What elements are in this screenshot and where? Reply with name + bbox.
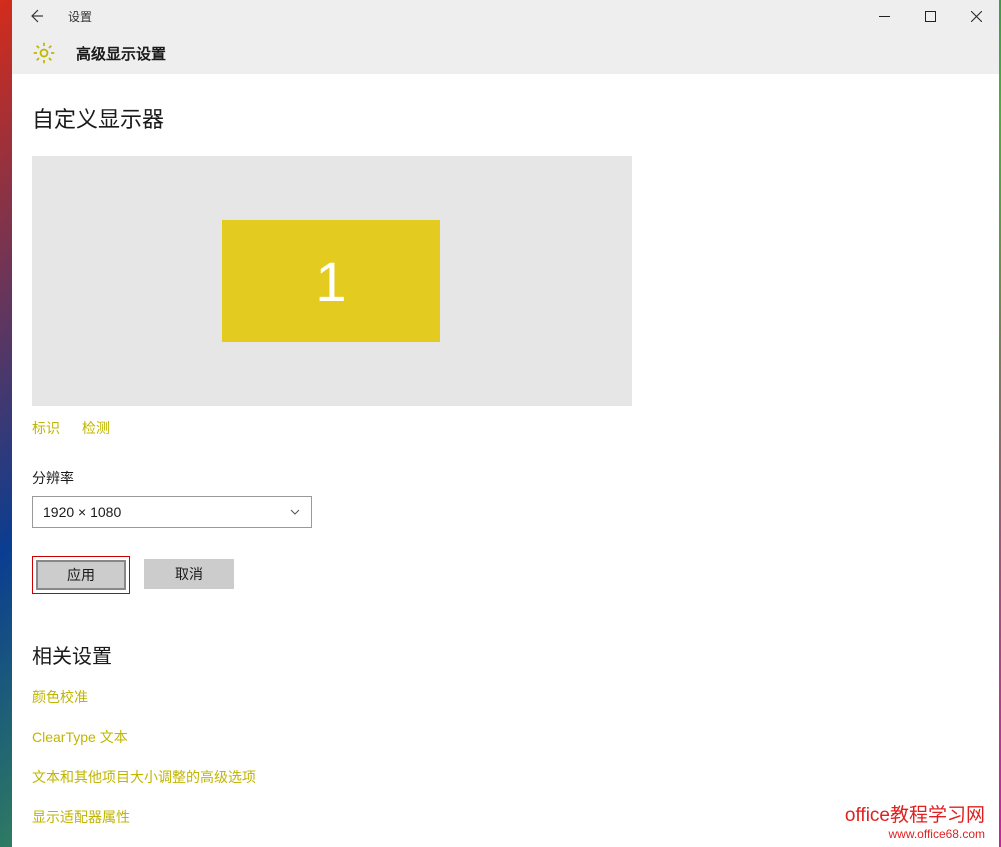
resolution-label: 分辨率	[32, 468, 979, 488]
page-header: 高级显示设置	[12, 32, 999, 74]
resolution-value: 1920 × 1080	[43, 504, 121, 520]
back-button[interactable]	[12, 0, 60, 32]
link-color-calibration[interactable]: 颜色校准	[32, 687, 979, 707]
minimize-icon	[879, 11, 890, 22]
monitor-number: 1	[315, 249, 346, 314]
monitor-tile-1[interactable]: 1	[222, 220, 440, 342]
watermark-url: www.office68.com	[845, 827, 985, 841]
apply-button[interactable]: 应用	[36, 560, 126, 590]
resolution-dropdown[interactable]: 1920 × 1080	[32, 496, 312, 528]
close-button[interactable]	[953, 0, 999, 32]
cancel-button[interactable]: 取消	[144, 559, 234, 589]
link-cleartype-text[interactable]: ClearType 文本	[32, 727, 979, 747]
chevron-down-icon	[289, 506, 301, 518]
titlebar: 设置	[12, 0, 999, 32]
maximize-button[interactable]	[907, 0, 953, 32]
watermark-title: office教程学习网	[845, 800, 985, 827]
display-action-links: 标识 检测	[32, 418, 979, 438]
settings-window: 设置 高级显示设置 自定义显示器 1	[12, 0, 999, 847]
identify-link[interactable]: 标识	[32, 418, 60, 438]
section-title-custom-display: 自定义显示器	[32, 102, 979, 134]
window-title: 设置	[68, 8, 92, 25]
related-links: 颜色校准 ClearType 文本 文本和其他项目大小调整的高级选项 显示适配器…	[32, 687, 979, 827]
display-preview: 1	[32, 156, 632, 406]
link-display-adapter-properties[interactable]: 显示适配器属性	[32, 807, 979, 827]
link-text-size-advanced[interactable]: 文本和其他项目大小调整的高级选项	[32, 767, 979, 787]
window-controls	[861, 0, 999, 32]
watermark: office教程学习网 www.office68.com	[845, 800, 985, 841]
detect-link[interactable]: 检测	[82, 418, 110, 438]
page-title: 高级显示设置	[76, 43, 166, 64]
close-icon	[971, 11, 982, 22]
apply-button-highlight: 应用	[32, 556, 130, 594]
minimize-button[interactable]	[861, 0, 907, 32]
back-arrow-icon	[28, 8, 44, 24]
gear-icon	[30, 39, 58, 67]
maximize-icon	[925, 11, 936, 22]
content-area: 自定义显示器 1 标识 检测 分辨率 1920 × 1080 应用 取消	[12, 74, 999, 847]
related-settings-title: 相关设置	[32, 640, 979, 669]
action-buttons: 应用 取消	[32, 556, 979, 594]
